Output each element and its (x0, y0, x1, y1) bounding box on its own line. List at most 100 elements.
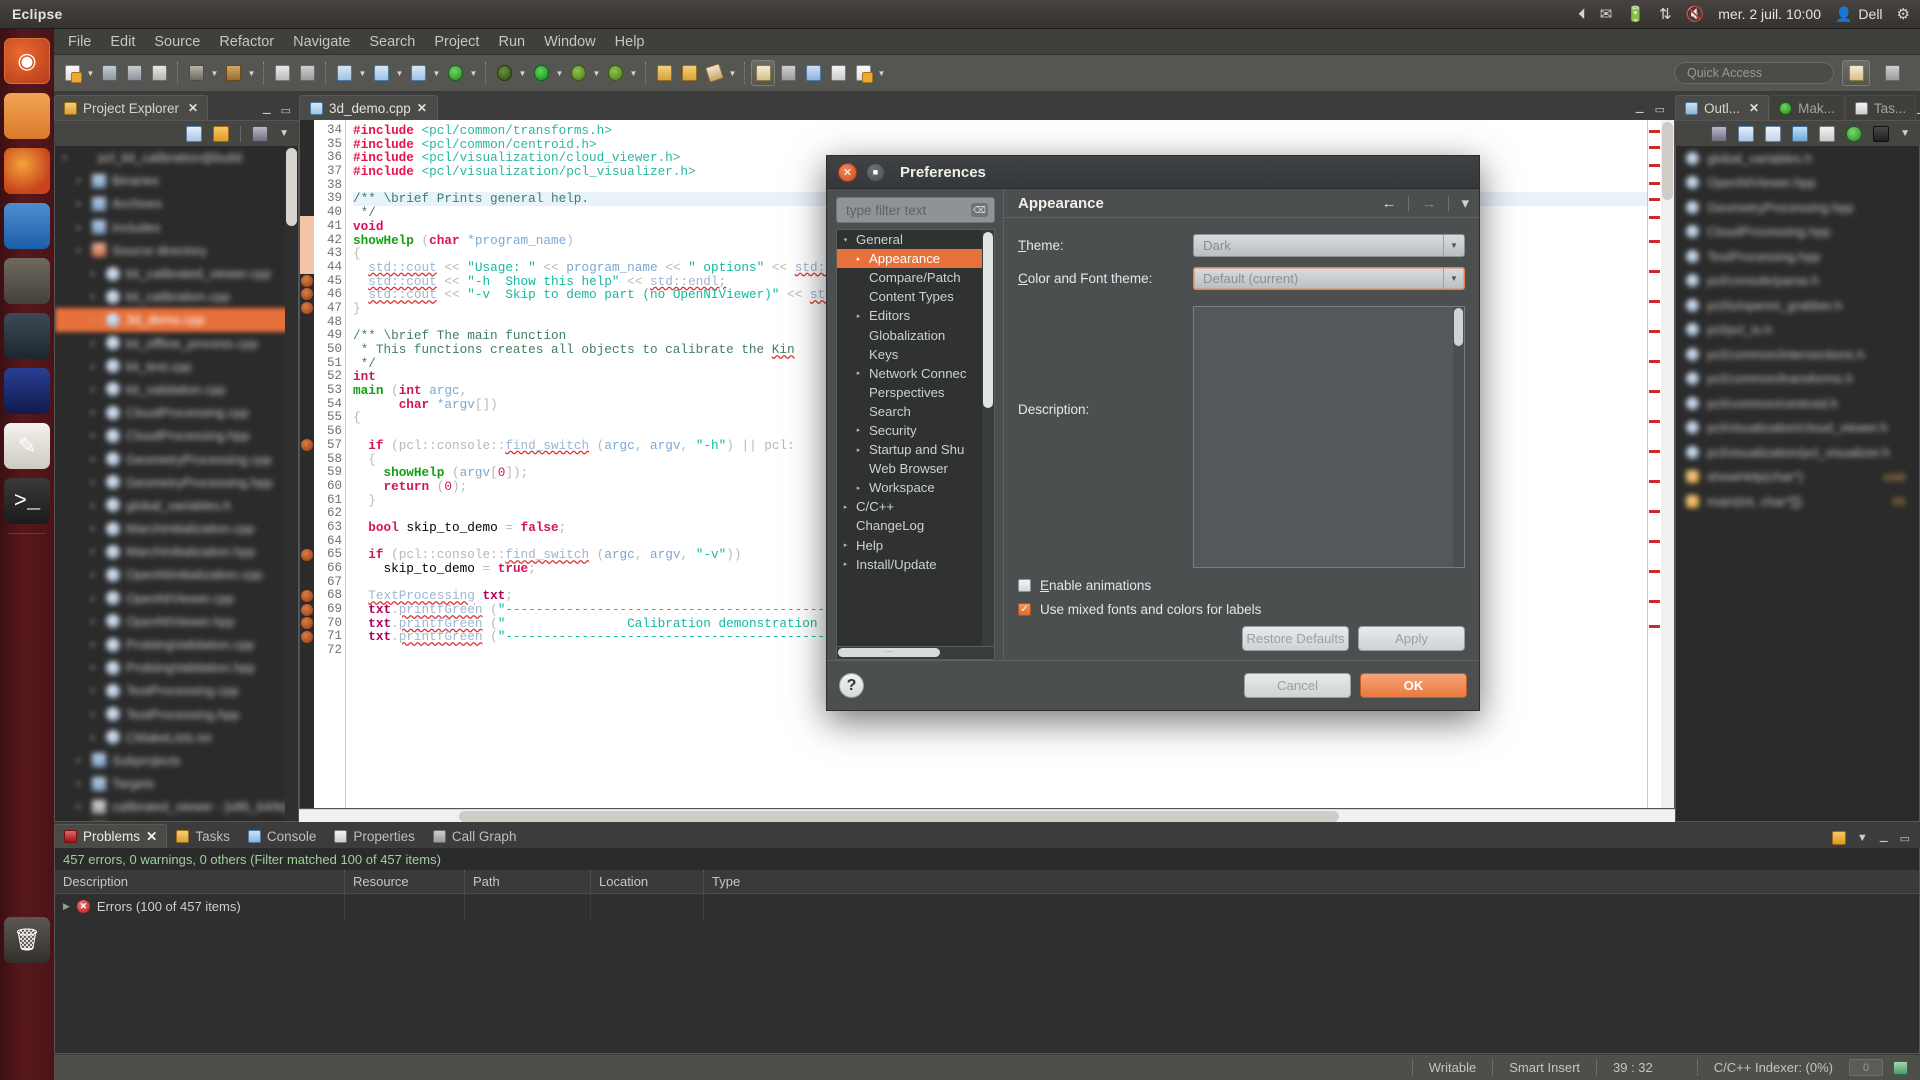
preferences-tree-item[interactable]: Web Browser (837, 459, 994, 478)
forward-icon[interactable]: → (1421, 195, 1436, 212)
overview-error-mark[interactable] (1649, 625, 1660, 628)
menu-search[interactable]: Search (369, 34, 415, 50)
project-explorer-tree[interactable]: ▸ pcl_kit_calibration@build ▸ Binaries ▸ Arch… (54, 146, 299, 822)
menu-navigate[interactable]: Navigate (293, 34, 350, 50)
overview-error-mark[interactable] (1649, 330, 1660, 333)
expand-icon[interactable]: ▸ (91, 454, 100, 465)
expand-icon[interactable]: ▸ (91, 662, 100, 673)
project-explorer-scrollbar[interactable] (285, 146, 298, 821)
tree-item[interactable]: ▸ OpenNiInitialization.cpp (55, 563, 298, 586)
apply-button[interactable]: Apply (1358, 626, 1465, 651)
error-marker-icon[interactable] (301, 302, 313, 315)
expand-icon[interactable]: ▸ (77, 801, 86, 812)
new-c-file-dropdown-icon[interactable]: ▼ (431, 60, 442, 86)
tab-console[interactable]: Console (239, 824, 326, 848)
overview-error-mark[interactable] (1649, 146, 1660, 149)
expand-icon[interactable]: ▸ (839, 503, 852, 511)
overview-error-mark[interactable] (1649, 480, 1660, 483)
perspective-switcher-cpp[interactable] (1842, 60, 1870, 86)
color-font-theme-select[interactable]: Default (current) ▼ (1193, 267, 1465, 290)
tree-item[interactable]: ▸ Subprojects (55, 749, 298, 772)
close-icon[interactable]: ✕ (188, 101, 198, 115)
tree-item[interactable]: ▸ CMakeLists.txt (55, 726, 298, 749)
run-button[interactable] (529, 60, 553, 86)
tree-item[interactable]: ▸ CloudProcessing.cpp (55, 401, 298, 424)
tab-problems[interactable]: Problems ✕ (54, 824, 168, 848)
heap-status-icon[interactable] (1893, 1060, 1908, 1075)
expand-icon[interactable]: ▸ (77, 755, 86, 766)
save-perspective-button[interactable] (851, 60, 875, 86)
expand-icon[interactable]: ▸ (852, 312, 865, 320)
preferences-tree-item[interactable]: ▸ Network Connec (837, 364, 994, 383)
clear-icon[interactable]: ⌫ (971, 203, 988, 217)
minimize-icon[interactable]: ⚊ (1916, 104, 1920, 117)
menu-run[interactable]: Run (498, 34, 525, 50)
perspective-debug-button[interactable] (776, 60, 800, 86)
close-icon[interactable]: ✕ (417, 101, 427, 115)
expand-icon[interactable]: ▸ (91, 430, 100, 441)
menu-project[interactable]: Project (434, 34, 479, 50)
view-menu-icon[interactable]: ▼ (1857, 832, 1868, 844)
refresh-button[interactable] (443, 60, 467, 86)
mixed-fonts-checkbox[interactable]: ✓ (1018, 603, 1031, 616)
preferences-tree-item[interactable]: ChangeLog (837, 516, 994, 535)
list-item[interactable]: pcl/io/openni_grabber.h (1676, 293, 1919, 318)
overview-error-mark[interactable] (1649, 300, 1660, 303)
expand-icon[interactable]: ▸ (91, 384, 100, 395)
tab-tasks[interactable]: Tasks (167, 824, 239, 848)
maximize-icon[interactable]: ▭ (1655, 103, 1665, 116)
problems-empty-area[interactable] (55, 919, 1919, 1053)
overview-error-mark[interactable] (1649, 270, 1660, 273)
files-icon[interactable] (4, 93, 50, 139)
expand-icon[interactable]: ▸ (91, 709, 100, 720)
overview-error-mark[interactable] (1649, 510, 1660, 513)
perspective-c-cpp-button[interactable] (751, 60, 775, 86)
focus-icon[interactable] (252, 125, 269, 142)
tree-item[interactable]: ▸ calibrated_viewer - [x86_64/le] (55, 795, 298, 818)
eye-of-gnome-icon[interactable] (4, 313, 50, 359)
tree-item[interactable]: ▸ MarchInitialization.hpp (55, 540, 298, 563)
tree-item[interactable]: ▸ kit_test.cpp (55, 355, 298, 378)
collapse-all-icon[interactable] (1738, 125, 1755, 142)
tree-item[interactable]: ▸ 3d_demo.cpp (55, 308, 298, 332)
menu-source[interactable]: Source (154, 34, 200, 50)
list-item[interactable]: OpenNIViewer.hpp (1676, 171, 1919, 196)
debug-dropdown-icon[interactable]: ▼ (517, 60, 528, 86)
code-line[interactable]: #include <pcl/common/transforms.h> (353, 124, 1647, 138)
build-hammer-button[interactable] (221, 60, 245, 86)
open-resource-button[interactable] (677, 60, 701, 86)
tree-item[interactable]: ▸ GeometryProcessing.hpp (55, 471, 298, 494)
chevron-down-icon[interactable]: ▼ (1443, 268, 1464, 289)
tree-item[interactable]: ▸ Source directory (55, 239, 298, 262)
link-with-editor-icon[interactable] (1831, 831, 1846, 845)
hide-static-icon[interactable] (1819, 125, 1836, 142)
preferences-tree-item[interactable]: Search (837, 402, 994, 421)
list-item[interactable]: pcl/pcl_io.h (1676, 318, 1919, 343)
view-menu-icon[interactable]: ▼ (279, 128, 289, 139)
tree-item[interactable]: ▸ Includes (55, 216, 298, 239)
preferences-tree-item[interactable]: Keys (837, 345, 994, 364)
preferences-tree-item[interactable]: ▾ General (837, 230, 994, 249)
tree-item[interactable]: ▸calibration - [x86_64/le] (55, 818, 298, 821)
save-all-button[interactable] (122, 60, 146, 86)
expand-icon[interactable]: ▸ (91, 500, 100, 511)
sort-icon[interactable] (1765, 125, 1782, 142)
expand-icon[interactable]: ▸ (91, 616, 100, 627)
tree-item[interactable]: ▸ ProbiingValidation.cpp (55, 633, 298, 656)
scrollbar-thumb[interactable] (1662, 122, 1673, 200)
battery-icon[interactable]: 🔋 (1626, 5, 1645, 23)
menu-refactor[interactable]: Refactor (219, 34, 274, 50)
expand-icon[interactable]: ▸ (91, 361, 100, 372)
build-all-dropdown-icon[interactable]: ▼ (209, 60, 220, 86)
error-marker-icon[interactable] (301, 603, 313, 616)
menu-edit[interactable]: Edit (110, 34, 135, 50)
overview-error-mark[interactable] (1649, 600, 1660, 603)
new-c-class-dropdown-icon[interactable]: ▼ (394, 60, 405, 86)
gimp-icon[interactable] (4, 258, 50, 304)
annotate-button[interactable] (702, 60, 726, 86)
preferences-tree-item[interactable]: Content Types (837, 287, 994, 306)
back-icon[interactable]: ← (1381, 195, 1396, 212)
ok-button[interactable]: OK (1360, 673, 1467, 698)
cancel-button[interactable]: Cancel (1244, 673, 1351, 698)
error-marker-icon[interactable] (301, 439, 313, 452)
